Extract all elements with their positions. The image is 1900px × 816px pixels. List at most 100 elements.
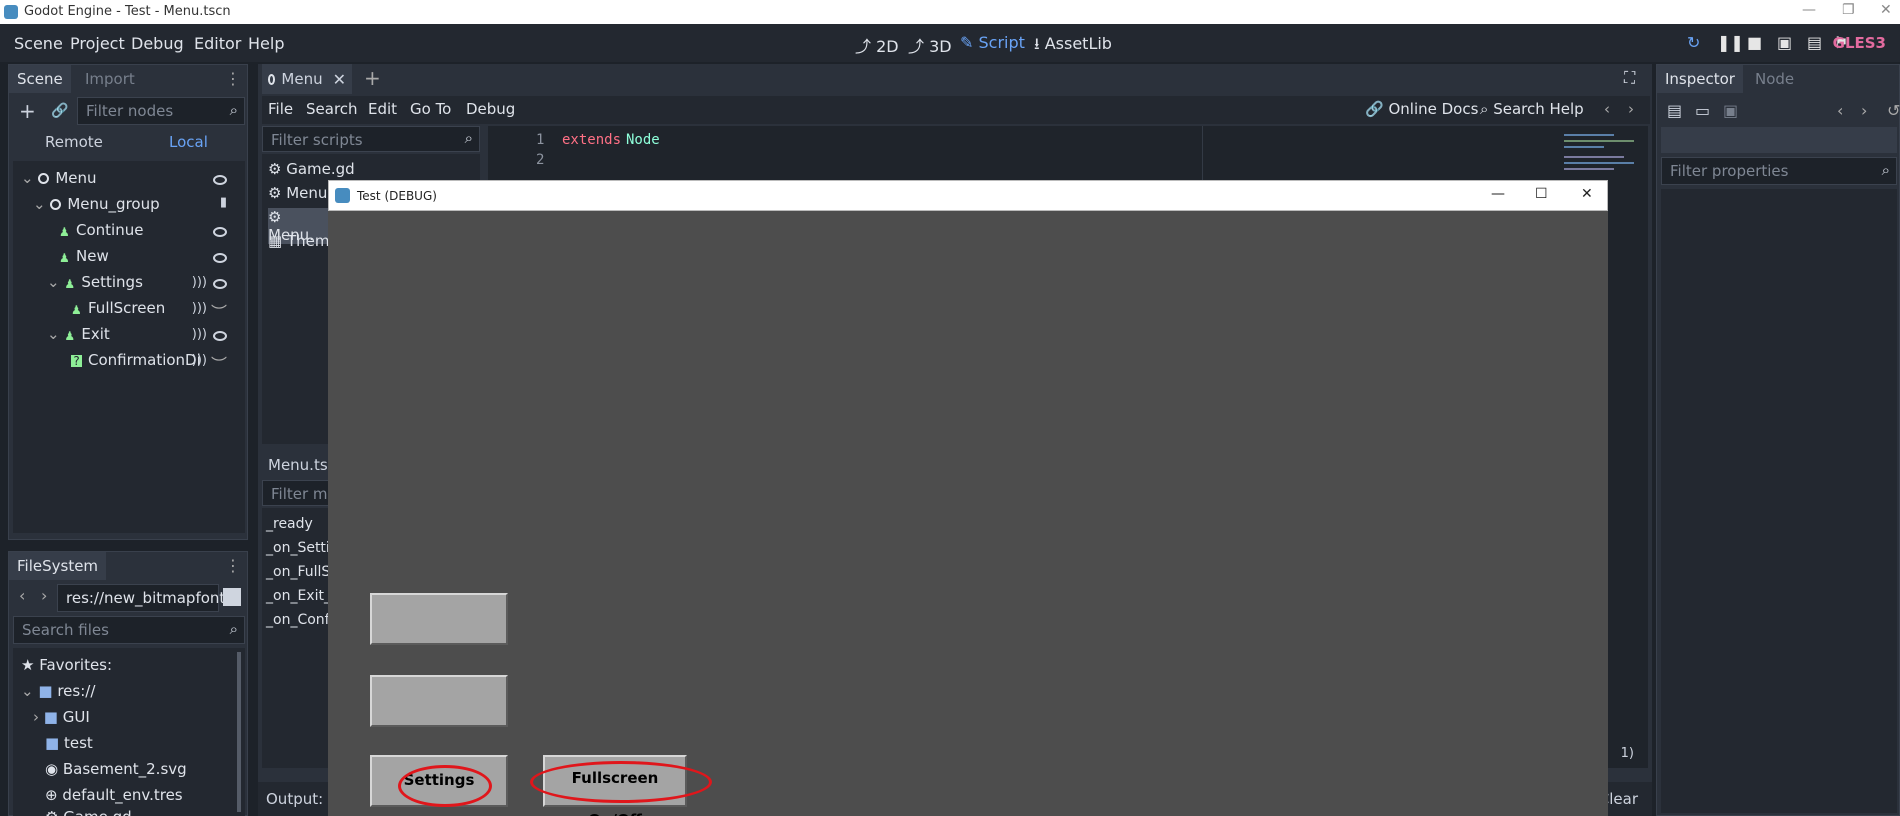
kebab-menu-icon[interactable]: ⋮ — [225, 69, 241, 88]
scrollbar[interactable] — [237, 652, 241, 812]
menu-help[interactable]: Help — [248, 34, 284, 53]
history-forward-icon[interactable]: › — [1628, 100, 1634, 118]
file-basement-item[interactable]: ◉ Basement_2.svg — [45, 760, 187, 778]
kebab-menu-icon[interactable]: ⋮ — [225, 556, 241, 575]
fullscreen-icon[interactable]: ⛶ — [1624, 68, 1635, 88]
folder-test-item[interactable]: ■ test — [45, 734, 93, 752]
signal-icon[interactable]: ))) — [192, 327, 207, 342]
tree-node-confirmation-dialog[interactable]: ? ConfirmationDi — [71, 351, 201, 369]
workspace-3d[interactable]: ⤴ 3D — [908, 33, 952, 57]
play-scene-icon[interactable]: ▣ — [1777, 33, 1792, 52]
tree-node-new[interactable]: ♟ New — [59, 247, 109, 265]
history-back-icon[interactable]: ‹ — [1837, 101, 1843, 120]
tab-menu-scene[interactable]: Menu ✕ — [262, 64, 352, 94]
restore-icon[interactable]: ❐ — [1842, 2, 1855, 18]
res-root-item[interactable]: ⌄ ■ res:// — [21, 682, 95, 700]
script-item-menu-a[interactable]: ⚙ Menu. — [268, 184, 332, 202]
search-files-input[interactable]: Search files ⌕ — [13, 616, 245, 644]
script-menu-file[interactable]: File — [268, 100, 293, 118]
script-menu-search[interactable]: Search — [306, 100, 358, 118]
maximize-icon[interactable]: ☐ — [1535, 186, 1548, 202]
online-docs-button[interactable]: 🔗 Online Docs — [1365, 100, 1478, 118]
settings-game-button[interactable]: Settings — [370, 755, 508, 807]
tree-node-menu[interactable]: ⌄ Menu — [21, 169, 97, 187]
output-label[interactable]: Output: — [266, 790, 323, 808]
visibility-eye-icon[interactable] — [213, 279, 227, 289]
script-attached-icon[interactable]: ▮ — [220, 195, 227, 210]
hidden-eye-icon[interactable]: ︶ — [211, 351, 227, 375]
menu-debug[interactable]: Debug — [131, 34, 184, 53]
tab-inspector[interactable]: Inspector — [1657, 65, 1743, 93]
method-item[interactable]: _ready — [266, 516, 313, 532]
tree-node-fullscreen[interactable]: ♟ FullScreen — [71, 299, 165, 317]
tab-scene[interactable]: Scene — [9, 65, 71, 93]
tree-node-menu-group[interactable]: ⌄ Menu_group — [33, 195, 160, 213]
workspace-2d[interactable]: ⤴ 2D — [855, 33, 899, 57]
script-menu-debug[interactable]: Debug — [466, 100, 515, 118]
filter-nodes-input[interactable]: Filter nodes ⌕ — [77, 97, 245, 125]
tree-node-settings[interactable]: ⌄ ♟ Settings — [47, 273, 143, 291]
filter-properties-input[interactable]: Filter properties ⌕ — [1661, 157, 1897, 185]
save-icon[interactable]: ▣ — [1723, 101, 1738, 120]
method-item[interactable]: _on_FullS — [266, 564, 330, 580]
pause-icon[interactable]: ❚❚ — [1717, 33, 1744, 52]
object-selector[interactable] — [1661, 127, 1897, 153]
workspace-assetlib[interactable]: ⭳ AssetLib — [1034, 33, 1112, 60]
history-forward-icon[interactable]: › — [1861, 101, 1867, 120]
visibility-eye-icon[interactable] — [213, 331, 227, 341]
local-toggle[interactable]: Local — [169, 133, 208, 151]
filter-scripts-input[interactable]: Filter scripts ⌕ — [262, 126, 480, 152]
menu-project[interactable]: Project — [70, 34, 125, 53]
link-icon[interactable]: 🔗 — [51, 103, 68, 119]
visibility-eye-icon[interactable] — [213, 175, 227, 185]
menu-scene[interactable]: Scene — [14, 34, 63, 53]
minimize-icon[interactable]: — — [1802, 2, 1816, 18]
stop-icon[interactable]: ■ — [1747, 33, 1762, 52]
close-icon[interactable]: ✕ — [1581, 186, 1593, 202]
file-default-env-item[interactable]: ⊕ default_env.tres — [45, 786, 183, 804]
signal-icon[interactable]: ))) — [192, 353, 207, 368]
renderer-label[interactable]: GLES3 — [1833, 34, 1886, 52]
folder-gui-item[interactable]: › ■ GUI — [33, 708, 90, 726]
script-menu-edit[interactable]: Edit — [368, 100, 397, 118]
menu-editor[interactable]: Editor — [194, 34, 241, 53]
history-icon[interactable]: ↺ — [1887, 101, 1900, 120]
tab-node[interactable]: Node — [1747, 65, 1802, 93]
remote-toggle[interactable]: Remote — [45, 133, 103, 151]
open-folder-icon[interactable]: ▭ — [1695, 101, 1710, 120]
reload-icon[interactable]: ↻ — [1687, 33, 1700, 52]
tree-node-exit[interactable]: ⌄ ♟ Exit — [47, 325, 110, 343]
history-back-icon[interactable]: ‹ — [1604, 100, 1610, 118]
add-node-icon[interactable]: + — [19, 99, 36, 123]
signal-icon[interactable]: ))) — [192, 275, 207, 290]
tab-import[interactable]: Import — [77, 65, 143, 93]
new-tab-icon[interactable]: + — [364, 66, 381, 90]
tree-node-continue[interactable]: ♟ Continue — [59, 221, 143, 239]
script-menu-goto[interactable]: Go To — [410, 100, 451, 118]
visibility-eye-icon[interactable] — [213, 253, 227, 263]
continue-game-button[interactable] — [370, 593, 508, 645]
new-game-button[interactable] — [370, 675, 508, 727]
new-resource-icon[interactable]: ▤ — [1667, 101, 1682, 120]
play-custom-icon[interactable]: ▤ — [1807, 33, 1822, 52]
visibility-eye-icon[interactable] — [213, 227, 227, 237]
forward-arrow-icon[interactable]: › — [41, 586, 47, 605]
method-item[interactable]: _on_Conf — [266, 612, 330, 628]
file-game-gd-item[interactable]: ⚙ Game.gd — [45, 808, 132, 816]
tab-filesystem[interactable]: FileSystem — [9, 552, 107, 580]
path-field[interactable]: res://new_bitmapfont. — [57, 584, 230, 612]
close-icon[interactable]: ✕ — [1880, 2, 1892, 18]
search-help-button[interactable]: ⌕ Search Help — [1480, 100, 1584, 118]
minimap[interactable] — [1558, 126, 1642, 186]
minimize-icon[interactable]: — — [1491, 186, 1505, 202]
favorites-item[interactable]: ★ Favorites: — [21, 656, 112, 674]
close-tab-icon[interactable]: ✕ — [333, 70, 346, 89]
script-item-game[interactable]: ⚙ Game.gd — [268, 160, 355, 178]
fullscreen-toggle-button[interactable]: Fullscreen On/Off — [543, 755, 687, 816]
hidden-eye-icon[interactable]: ︶ — [211, 299, 227, 323]
workspace-script[interactable]: ✎ Script — [960, 33, 1025, 52]
split-view-icon[interactable] — [223, 588, 241, 606]
back-arrow-icon[interactable]: ‹ — [19, 586, 25, 605]
signal-icon[interactable]: ))) — [192, 301, 207, 316]
method-item[interactable]: _on_Exit_ — [266, 588, 331, 604]
